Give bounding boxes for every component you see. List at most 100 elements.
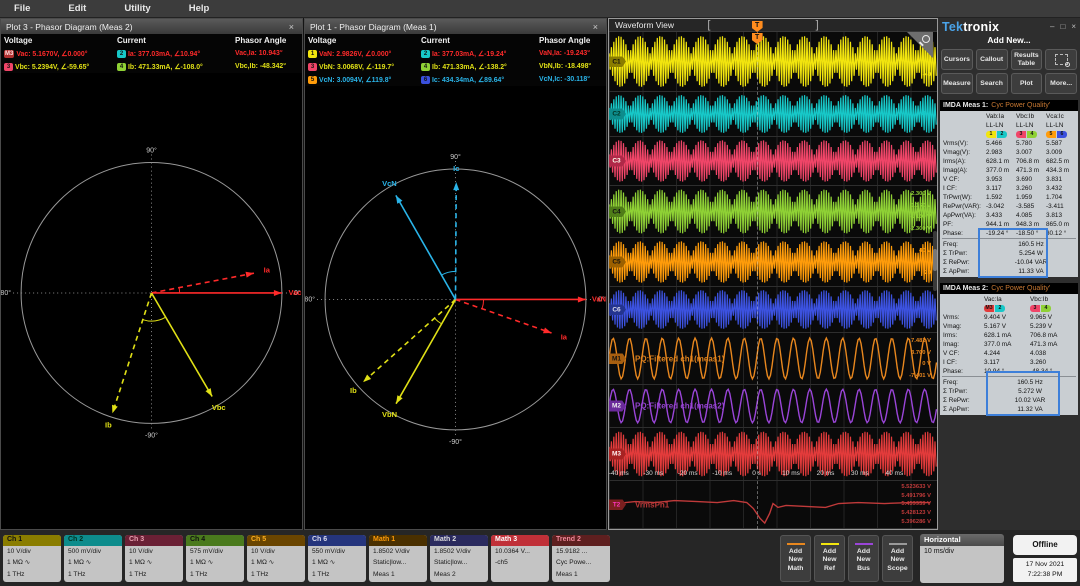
button-cursors[interactable]: Cursors bbox=[941, 49, 973, 70]
add-new-scope-button[interactable]: Add New Scope bbox=[882, 534, 913, 582]
scale-label: 2.300 V bbox=[911, 190, 931, 197]
meas-value: 2.983 bbox=[986, 149, 1002, 156]
add-new-math-button[interactable]: Add New Math bbox=[780, 534, 811, 582]
meas-corner bbox=[942, 112, 986, 121]
meas-row-label: Vrms: bbox=[943, 314, 960, 321]
phasor-table-row: 5 VcN: 3.0094V, ∠119.8° 6 Ic: 434.34mA, ∠89… bbox=[305, 73, 606, 86]
meas-value: 628.1 mA bbox=[984, 332, 1012, 339]
imda-meas1-badge[interactable]: IMDA Meas 1: Cyc Power Quality' Vab:Ia Vbc:… bbox=[940, 100, 1078, 278]
column-header: Current bbox=[421, 36, 450, 45]
meas-row-label: Irms: bbox=[943, 332, 958, 339]
close-icon[interactable]: × bbox=[1071, 22, 1076, 31]
menu-item-help[interactable]: Help bbox=[189, 3, 210, 14]
source-badge: 2 bbox=[997, 131, 1007, 138]
meas-title-suffix: Cyc Power Quality' bbox=[991, 102, 1051, 109]
plot1-header[interactable]: Plot 1 - Phasor Diagram (Meas 1) × bbox=[305, 19, 606, 34]
current-cell: 6 Ic: 434.34mA, ∠89.64° bbox=[421, 75, 539, 84]
menu-item-utility[interactable]: Utility bbox=[124, 3, 150, 14]
offline-button[interactable]: Offline bbox=[1013, 534, 1077, 555]
column-header: Current bbox=[117, 36, 146, 45]
zoom-select-icon bbox=[1054, 54, 1070, 67]
meas-row-label: I CF: bbox=[943, 359, 957, 366]
voltage-cell: M3 Vac: 5.1670V, ∠0.000° bbox=[1, 49, 117, 58]
channel-badge-name: Ch 1 bbox=[3, 534, 61, 546]
scale-label: 5.459959 V bbox=[901, 501, 931, 508]
minimize-icon[interactable]: – bbox=[1050, 22, 1054, 31]
phasor-angle-cell: VaN,Ia: -19.243° bbox=[539, 50, 606, 57]
add-button-label: New bbox=[890, 556, 905, 564]
channel-badge-ch3[interactable]: Ch 3 10 V/div 1 MΩ ∿ 1 THz bbox=[125, 534, 183, 582]
meas-row-label: Vmag: bbox=[943, 323, 962, 330]
voltage-cell: 1 VaN: 2.9826V, ∠0.000° bbox=[305, 49, 421, 58]
channel-badge-ch4[interactable]: Ch 4 575 mV/div 1 MΩ ∿ 1 THz bbox=[186, 534, 244, 582]
button-search[interactable]: Search bbox=[975, 73, 1008, 94]
imda-meas2-badge[interactable]: IMDA Meas 2: Cyc Power Quality' Vac:Ia Vbc:… bbox=[940, 283, 1078, 416]
add-new-bus-button[interactable]: Add New Bus bbox=[848, 534, 879, 582]
scale-label: 5.396286 V bbox=[901, 518, 931, 525]
channel-badge-name: Trend 2 bbox=[552, 534, 610, 546]
add-button-label: Add bbox=[856, 547, 871, 555]
waveform-band-C5: C5 40 V 20 bbox=[609, 238, 937, 287]
scale-label: -40 bbox=[922, 72, 931, 79]
button-results-table[interactable]: Results Table bbox=[1010, 49, 1043, 70]
current-cell: 4 Ib: 471.33mA, ∠-108.0° bbox=[117, 62, 235, 71]
meas-value: 9.404 V bbox=[984, 314, 1007, 321]
channel-badge-math2[interactable]: Math 2 1.8502 V/div Static|low... Meas 2 bbox=[430, 534, 488, 582]
button-plot[interactable]: Plot bbox=[1010, 73, 1043, 94]
plot1-title: Plot 1 - Phasor Diagram (Meas 1) bbox=[310, 21, 437, 32]
channel-badge-math3[interactable]: Math 3 10.0364 V... -ch5 bbox=[491, 534, 549, 582]
add-new-ref-button[interactable]: Add New Ref bbox=[814, 534, 845, 582]
zoom-bracket-right[interactable]: ] bbox=[816, 19, 819, 31]
phasor-vector-label-Ia: Ia bbox=[264, 266, 271, 275]
phasor-vector-Ia bbox=[151, 272, 255, 294]
add-button-label: Math bbox=[787, 564, 804, 572]
scale-label: 20 bbox=[924, 270, 931, 276]
svg-text:90°: 90° bbox=[450, 153, 461, 161]
add-button-label: New bbox=[856, 556, 871, 564]
meas-value: -3.411 bbox=[1046, 203, 1064, 210]
button-measure[interactable]: Measure bbox=[941, 73, 973, 94]
button-more-[interactable]: More... bbox=[1045, 73, 1077, 94]
channel-badge-ch2[interactable]: Ch 2 500 mV/div 1 MΩ ∿ 1 THz bbox=[64, 534, 122, 582]
meas-row-label: RePwr(VAR): bbox=[943, 203, 981, 210]
plot3-header[interactable]: Plot 3 - Phasor Diagram (Meas 2) × bbox=[1, 19, 302, 34]
channel-badge-trend2[interactable]: Trend 2 15.9182 ... Cyc Powe... Meas 1 bbox=[552, 534, 610, 582]
menu-item-edit[interactable]: Edit bbox=[68, 3, 86, 14]
meas-value: 10.94 ° bbox=[984, 368, 1005, 375]
meas-value: 471.3 m bbox=[1016, 167, 1040, 174]
source-badge: 3 bbox=[1030, 305, 1040, 312]
trigger-position-icon[interactable]: T bbox=[751, 21, 763, 32]
zoom-select-button[interactable] bbox=[1045, 49, 1077, 70]
meas-value: 682.5 m bbox=[1046, 158, 1070, 165]
plot3-close-icon[interactable]: × bbox=[286, 22, 297, 32]
meas-value: -18.50 ° bbox=[1016, 230, 1039, 237]
channel-badge-name: Ch 3 bbox=[125, 534, 183, 546]
meas-row-label: Imag: bbox=[943, 341, 959, 348]
button-callout[interactable]: Callout bbox=[975, 49, 1008, 70]
phasor-angle-value: Vbc,Ib: -48.342° bbox=[235, 63, 287, 70]
voltage-cell: 3 VbN: 3.0068V, ∠-119.7° bbox=[305, 62, 421, 71]
window-controls: – □ × bbox=[1050, 22, 1076, 31]
channel-setting: 1 THz bbox=[68, 570, 86, 578]
phasor-vector-VcN bbox=[395, 194, 457, 300]
menu-item-file[interactable]: File bbox=[14, 3, 30, 14]
waveform-band-M1: M1 PQ:Filtered ch1(meas1) 7.481 V 3.700 V0 … bbox=[609, 333, 937, 385]
waveform-band-C1: C1-20-40 bbox=[609, 32, 937, 92]
waveform-scrollbar[interactable] bbox=[933, 230, 937, 291]
source-badge: M3 bbox=[984, 305, 994, 312]
channel-badge-math1[interactable]: Math 1 1.8502 V/div Static|low... Meas 1 bbox=[369, 534, 427, 582]
accent-line bbox=[786, 542, 805, 545]
channel-badge-ch6[interactable]: Ch 6 550 mV/div 1 MΩ ∿ 1 THz bbox=[308, 534, 366, 582]
meas-value: -3.585 bbox=[1016, 203, 1035, 210]
time-tick-label: -40 ms bbox=[609, 470, 629, 477]
maximize-icon[interactable]: □ bbox=[1060, 22, 1065, 31]
horizontal-settings[interactable]: Horizontal 10 ms/div bbox=[920, 533, 1004, 583]
channel-badge-ch5[interactable]: Ch 5 10 V/div 1 MΩ ∿ 1 THz bbox=[247, 534, 305, 582]
channel-badge-ch1[interactable]: Ch 1 10 V/div 1 MΩ ∿ 1 THz bbox=[3, 534, 61, 582]
waveform-band-C3: C3 40 V bbox=[609, 137, 937, 186]
meas-table: Vac:Ia Vbc:Ib M3 2 3 4 Vrms: 9.404 V 9.965 V Vmag… bbox=[940, 294, 1078, 415]
meas-cell: Vab:Ia bbox=[986, 113, 1005, 120]
meas-title: IMDA Meas 2: Cyc Power Quality' bbox=[940, 283, 1078, 294]
plot1-close-icon[interactable]: × bbox=[590, 22, 601, 32]
zoom-bracket-left[interactable]: [ bbox=[707, 19, 710, 31]
